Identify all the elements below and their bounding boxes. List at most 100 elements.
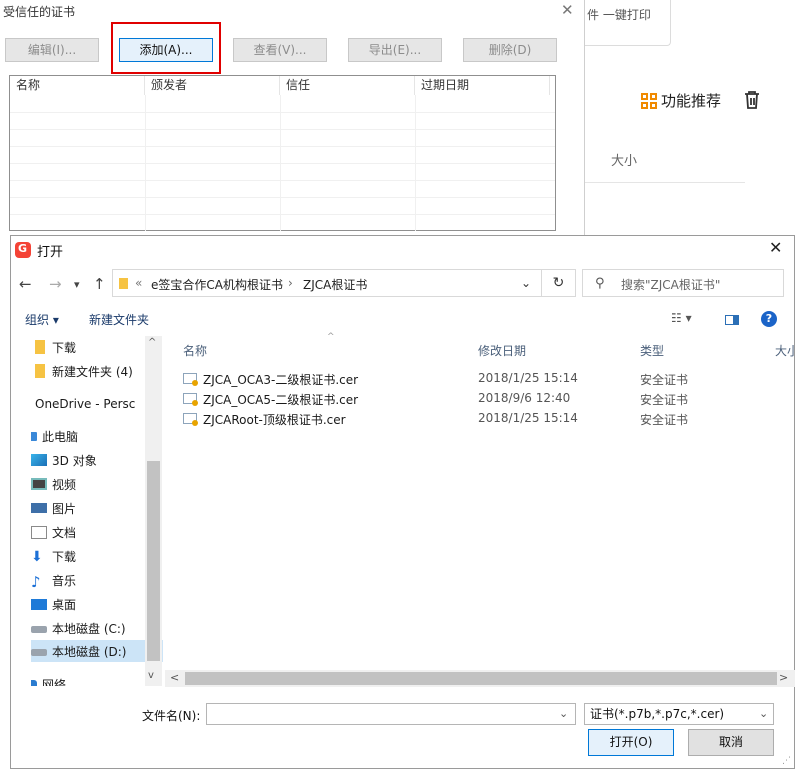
preview-pane-icon[interactable] [725, 315, 739, 325]
recent-locations-icon[interactable]: ▾ [74, 278, 80, 291]
column-name[interactable]: 名称 [183, 342, 207, 359]
scroll-left-icon[interactable]: < [170, 671, 179, 684]
back-icon[interactable]: ← [19, 275, 32, 293]
close-icon[interactable]: ✕ [769, 238, 782, 257]
dialog-title: 打开 [37, 245, 64, 260]
sidebar-item-documents[interactable]: 文档 [31, 521, 163, 543]
resize-grip-icon[interactable]: ⋰ [782, 756, 791, 766]
sidebar-item-label: 音乐 [52, 573, 77, 588]
scroll-down-icon[interactable]: v [148, 670, 154, 681]
refresh-button[interactable]: ↻ [542, 269, 576, 297]
file-date: 2018/9/6 12:40 [478, 391, 571, 405]
search-placeholder: 搜索"ZJCA根证书" [621, 278, 721, 292]
address-bar[interactable]: « e签宝合作CA机构根证书 › ZJCA根证书 ⌄ [112, 269, 542, 297]
sidebar-item-label: OneDrive - Persc [35, 397, 136, 411]
sidebar-item-videos[interactable]: 视频 [31, 473, 163, 495]
column-type[interactable]: 类型 [640, 342, 664, 359]
horizontal-scrollbar[interactable]: < > [165, 670, 795, 687]
file-name: ZJCARoot-顶级根证书.cer [203, 413, 346, 427]
breadcrumb-overflow[interactable]: « [135, 276, 142, 290]
column-name[interactable]: 名称 [10, 76, 145, 95]
file-type: 安全证书 [640, 393, 689, 407]
sidebar-scrollbar[interactable] [145, 336, 162, 686]
app-logo-icon [15, 242, 31, 258]
sidebar-item-music[interactable]: ♪ 音乐 [31, 569, 163, 591]
sidebar-item-pictures[interactable]: 图片 [31, 497, 163, 519]
file-row[interactable]: ZJCARoot-顶级根证书.cer 2018/1/25 15:14 安全证书 [183, 409, 783, 429]
search-input[interactable]: ⚲ 搜索"ZJCA根证书" [582, 269, 784, 297]
scroll-up-icon[interactable]: ^ [148, 337, 156, 348]
pc-icon [31, 431, 37, 441]
column-date-modified[interactable]: 修改日期 [478, 342, 526, 359]
cancel-button[interactable]: 取消 [688, 729, 774, 756]
col-line [415, 95, 416, 231]
feature-recommend[interactable]: 功能推荐 [641, 90, 721, 111]
sidebar-item-label: 网络 [42, 677, 67, 687]
file-date: 2018/1/25 15:14 [478, 371, 578, 385]
breadcrumb-current[interactable]: ZJCA根证书 [303, 276, 367, 293]
3d-objects-icon [31, 454, 47, 466]
feature-recommend-label: 功能推荐 [661, 92, 722, 110]
file-type-select[interactable]: 证书(*.p7b,*.p7c,*.cer) ⌄ [584, 703, 774, 725]
sidebar-item-downloads-2[interactable]: ⬇ 下载 [31, 545, 163, 567]
help-icon[interactable]: ? [761, 311, 777, 327]
sidebar-item-this-pc[interactable]: 此电脑 [31, 425, 163, 447]
column-size[interactable]: 大小 [775, 342, 795, 359]
row-line [10, 197, 555, 198]
view-button[interactable]: 查看(V)... [233, 38, 327, 62]
delete-button[interactable]: 删除(D) [463, 38, 557, 62]
command-bar: 组织 ▾ 新建文件夹 ☷ ▾ ? [11, 306, 795, 334]
view-options-icon[interactable]: ☷ ▾ [671, 311, 692, 325]
drive-icon [31, 649, 47, 656]
filename-input[interactable] [206, 703, 576, 725]
sidebar-item-network[interactable]: 网络 [31, 673, 163, 686]
scrollbar-thumb[interactable] [147, 461, 160, 661]
chevron-down-icon[interactable]: ⌄ [559, 707, 568, 720]
file-list[interactable]: 名称 ^ 修改日期 类型 大小 ZJCA_OCA3-二级根证书.cer 2018… [165, 332, 795, 670]
new-folder-button[interactable]: 新建文件夹 [89, 311, 149, 328]
sidebar-item-new-folder[interactable]: 新建文件夹 (4) [31, 360, 163, 382]
certificate-file-icon [183, 393, 198, 406]
divider [585, 182, 745, 183]
filename-label: 文件名(N): [142, 709, 201, 723]
trash-icon[interactable] [743, 90, 761, 110]
breadcrumb-separator-icon[interactable]: › [288, 276, 293, 290]
organize-menu[interactable]: 组织 ▾ [25, 311, 59, 328]
col-line [280, 95, 281, 231]
sidebar-item-downloads[interactable]: 下载 [31, 336, 163, 358]
scroll-right-icon[interactable]: > [779, 671, 788, 684]
export-button[interactable]: 导出(E)... [348, 38, 442, 62]
sort-arrow-icon: ^ [327, 332, 335, 342]
sidebar-item-label: 文档 [52, 525, 77, 540]
certificate-file-icon [183, 413, 198, 426]
chevron-down-icon: ⌄ [759, 707, 769, 720]
scrollbar-thumb[interactable] [185, 672, 777, 685]
certificate-file-icon [183, 373, 198, 386]
sidebar-item-onedrive[interactable]: OneDrive - Persc [31, 393, 163, 415]
column-trust[interactable]: 信任 [280, 76, 415, 95]
up-icon[interactable]: ↑ [93, 275, 106, 293]
sidebar-item-drive-d[interactable]: 本地磁盘 (D:) [31, 640, 163, 662]
close-icon[interactable]: ✕ [561, 1, 574, 19]
chevron-down-icon[interactable]: ⌄ [521, 276, 531, 290]
file-row[interactable]: ZJCA_OCA3-二级根证书.cer 2018/1/25 15:14 安全证书 [183, 369, 783, 389]
sidebar-item-drive-c[interactable]: 本地磁盘 (C:) [31, 617, 163, 639]
sidebar-item-label: 视频 [52, 477, 77, 492]
navigation-pane[interactable]: 下载 新建文件夹 (4) OneDrive - Persc 此电脑 3D 对象 … [31, 336, 163, 686]
trusted-certificates-dialog: 受信任的证书 ✕ 编辑(I)... 添加(A)... 查看(V)... 导出(E… [0, 0, 585, 238]
sidebar-item-label: 新建文件夹 (4) [52, 364, 133, 379]
breadcrumb-parent[interactable]: e签宝合作CA机构根证书 [151, 276, 283, 293]
row-line [10, 180, 555, 181]
print-card[interactable]: 件 一键打印 [585, 0, 671, 46]
edit-button[interactable]: 编辑(I)... [5, 38, 99, 62]
open-button[interactable]: 打开(O) [588, 729, 674, 756]
certificate-list[interactable]: 名称 颁发者 信任 过期日期 [9, 75, 556, 231]
column-issuer[interactable]: 颁发者 [145, 76, 280, 95]
music-icon: ♪ [31, 573, 41, 591]
desktop-icon [31, 598, 47, 610]
column-expiry[interactable]: 过期日期 [415, 76, 550, 95]
forward-icon[interactable]: → [49, 275, 62, 293]
sidebar-item-3d-objects[interactable]: 3D 对象 [31, 449, 163, 471]
file-row[interactable]: ZJCA_OCA5-二级根证书.cer 2018/9/6 12:40 安全证书 [183, 389, 783, 409]
sidebar-item-desktop[interactable]: 桌面 [31, 593, 163, 615]
